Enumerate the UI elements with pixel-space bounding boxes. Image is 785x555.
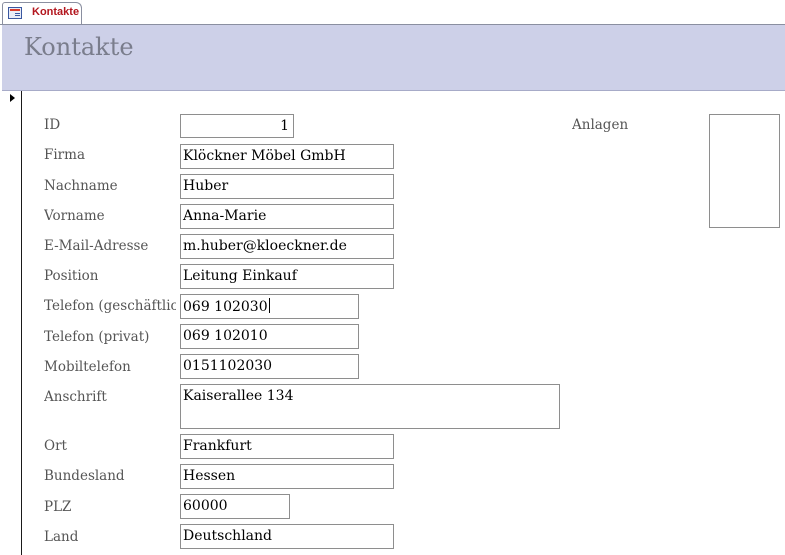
anschrift-label: Anschrift: [44, 389, 107, 405]
id-field[interactable]: 1: [180, 114, 294, 138]
tab-kontakte[interactable]: Kontakte: [2, 2, 82, 24]
land-label: Land: [44, 529, 79, 545]
anschrift-field[interactable]: Kaiserallee 134: [180, 384, 560, 429]
telefon-geschaeftlich-field[interactable]: 069 102030: [180, 294, 359, 319]
bundesland-field[interactable]: Hessen: [180, 464, 394, 489]
id-label: ID: [44, 117, 61, 133]
position-label: Position: [44, 268, 99, 284]
nachname-label: Nachname: [44, 178, 118, 194]
vorname-field[interactable]: Anna-Marie: [180, 204, 394, 229]
anlagen-label: Anlagen: [572, 117, 629, 133]
form-header: Kontakte: [2, 25, 785, 91]
anlagen-attachment-field[interactable]: [709, 114, 780, 228]
email-field[interactable]: m.huber@kloeckner.de: [180, 234, 394, 259]
plz-field[interactable]: 60000: [180, 494, 290, 519]
current-record-arrow-icon: [10, 94, 15, 102]
document-tab-strip: Kontakte: [0, 0, 785, 25]
ort-field[interactable]: Frankfurt: [180, 434, 394, 459]
record-selector[interactable]: [2, 91, 22, 555]
plz-label: PLZ: [44, 499, 72, 515]
email-label: E-Mail-Adresse: [44, 238, 149, 254]
ort-label: Ort: [44, 438, 67, 454]
telefon-privat-label: Telefon (privat): [44, 329, 150, 345]
page-title: Kontakte: [24, 33, 134, 61]
telefon-geschaeftlich-value: 069 102030: [183, 299, 268, 315]
nachname-field[interactable]: Huber: [180, 174, 394, 199]
firma-field[interactable]: Klöckner Möbel GmbH: [180, 144, 394, 169]
telefon-geschaeftlich-label: Telefon (geschäftlich): [44, 298, 176, 314]
text-cursor: [268, 298, 270, 313]
tab-label: Kontakte: [32, 6, 80, 18]
telefon-privat-field[interactable]: 069 102010: [180, 324, 359, 349]
mobiltelefon-label: Mobiltelefon: [44, 359, 131, 375]
form-icon: [8, 7, 22, 19]
land-field[interactable]: Deutschland: [180, 524, 394, 549]
vorname-label: Vorname: [44, 208, 105, 224]
mobiltelefon-field[interactable]: 0151102030: [180, 354, 359, 379]
bundesland-label: Bundesland: [44, 468, 125, 484]
firma-label: Firma: [44, 147, 85, 163]
position-field[interactable]: Leitung Einkauf: [180, 264, 394, 289]
